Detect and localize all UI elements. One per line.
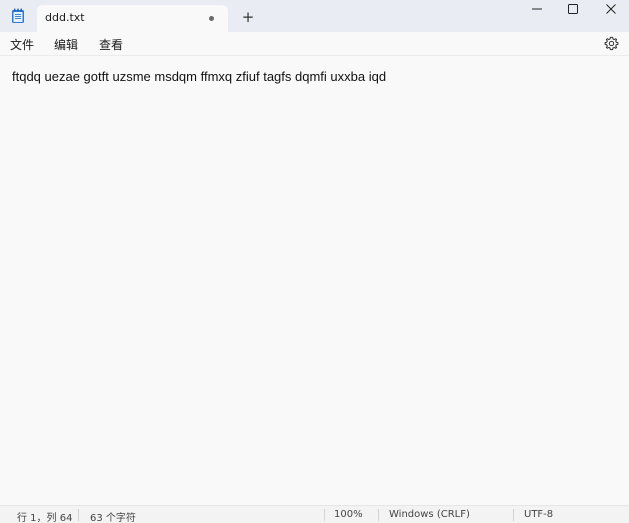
unsaved-indicator-icon[interactable] bbox=[209, 16, 214, 21]
status-divider bbox=[78, 509, 79, 521]
close-button[interactable] bbox=[592, 0, 629, 18]
encoding[interactable]: UTF-8 bbox=[524, 509, 553, 520]
settings-icon[interactable] bbox=[604, 36, 619, 51]
character-count: 63 个字符 bbox=[90, 513, 136, 523]
status-divider bbox=[324, 509, 325, 521]
minimize-button[interactable] bbox=[518, 0, 556, 18]
maximize-icon bbox=[568, 4, 578, 14]
status-divider bbox=[378, 509, 379, 521]
menu-bar: 文件 编辑 查看 bbox=[0, 32, 629, 56]
maximize-button[interactable] bbox=[554, 0, 592, 18]
status-divider bbox=[513, 509, 514, 521]
close-icon bbox=[606, 4, 616, 14]
tab-ddd-txt[interactable]: ddd.txt bbox=[37, 5, 228, 32]
status-bar: 行 1，列 64 63 个字符 100% Windows (CRLF) UTF-… bbox=[0, 505, 629, 523]
text-editor[interactable]: ftqdq uezae gotft uzsme msdqm ffmxq zfiu… bbox=[0, 57, 629, 500]
menu-file[interactable]: 文件 bbox=[10, 36, 34, 53]
notepad-icon bbox=[12, 8, 24, 23]
editor-content[interactable]: ftqdq uezae gotft uzsme msdqm ffmxq zfiu… bbox=[12, 69, 386, 84]
notepad-window: ddd.txt + 文件 编辑 查看 ftqdq uezae gotft uzs… bbox=[0, 0, 629, 523]
tab-title: ddd.txt bbox=[45, 11, 85, 24]
minimize-icon bbox=[532, 8, 542, 10]
cursor-position[interactable]: 行 1，列 64 bbox=[17, 509, 72, 523]
menu-edit[interactable]: 编辑 bbox=[54, 36, 78, 53]
zoom-level[interactable]: 100% bbox=[334, 509, 363, 520]
title-bar: ddd.txt + bbox=[0, 0, 629, 32]
menu-view[interactable]: 查看 bbox=[99, 36, 123, 53]
line-ending[interactable]: Windows (CRLF) bbox=[389, 509, 470, 520]
new-tab-icon[interactable]: + bbox=[240, 9, 256, 25]
